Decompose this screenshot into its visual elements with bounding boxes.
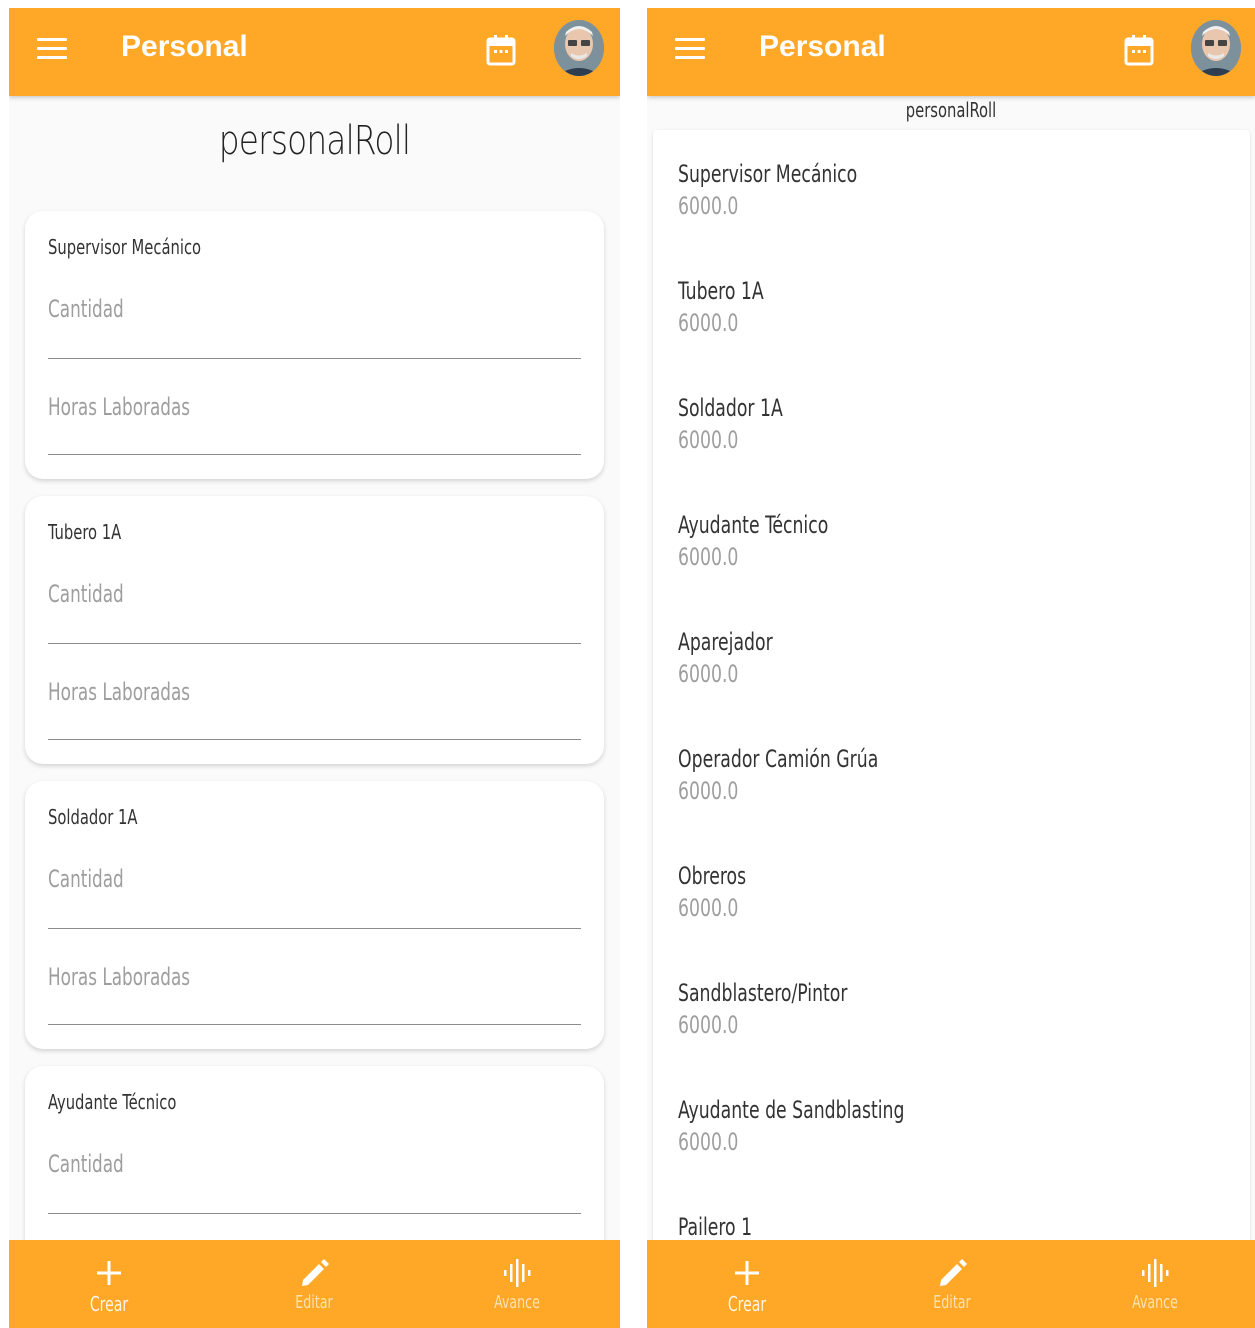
card-title: Soldador 1A: [48, 805, 138, 829]
waveform-icon: [1142, 1259, 1169, 1287]
item-title: Aparejador: [678, 628, 773, 656]
menu-icon[interactable]: [37, 38, 67, 60]
calendar-icon[interactable]: [486, 34, 516, 66]
item-value: 6000.0: [678, 777, 739, 805]
item-value: 6000.0: [678, 1011, 739, 1039]
calendar-icon[interactable]: [1124, 34, 1154, 66]
card-title: Tubero 1A: [48, 520, 122, 544]
hours-worked-input[interactable]: Horas Laboradas: [48, 963, 190, 991]
item-title: Ayudante de Sandblasting: [678, 1096, 905, 1124]
input-underline: [48, 643, 581, 644]
item-value: 6000.0: [678, 660, 739, 688]
quantity-input[interactable]: Cantidad: [48, 865, 124, 893]
quantity-input[interactable]: Cantidad: [48, 580, 124, 608]
item-title: Ayudante Técnico: [678, 511, 829, 539]
input-underline: [48, 928, 581, 929]
item-title: Tubero 1A: [678, 277, 764, 305]
item-title: Obreros: [678, 862, 747, 890]
user-avatar[interactable]: [1191, 20, 1241, 76]
plus-icon: [97, 1261, 121, 1285]
personnel-form-card: Soldador 1A Cantidad Horas Laboradas: [25, 781, 604, 1049]
quantity-input[interactable]: Cantidad: [48, 1150, 124, 1178]
nav-label: Crear: [89, 1292, 129, 1316]
menu-icon[interactable]: [675, 38, 705, 60]
list-item[interactable]: Tubero 1A 6000.0: [678, 277, 785, 337]
list-item[interactable]: Supervisor Mecánico 6000.0: [678, 160, 902, 220]
item-title: Sandblastero/Pintor: [678, 979, 848, 1007]
plus-icon: [735, 1261, 759, 1285]
item-title: Soldador 1A: [678, 394, 783, 422]
nav-label: Editar: [295, 1292, 333, 1313]
bottom-navigation: Crear Editar Avance: [9, 1240, 620, 1328]
app-bar: Personal: [647, 8, 1255, 96]
input-underline: [48, 454, 581, 455]
nav-label: Avance: [494, 1292, 540, 1313]
input-underline: [48, 358, 581, 359]
page-title: personalRoll: [905, 98, 997, 122]
item-value: 6000.0: [678, 192, 739, 220]
input-underline: [48, 1024, 581, 1025]
app-title: Personal: [759, 30, 886, 63]
input-underline: [48, 739, 581, 740]
nav-label: Crear: [727, 1292, 767, 1316]
item-title: Supervisor Mecánico: [678, 160, 858, 188]
personnel-list: Supervisor Mecánico 6000.0 Tubero 1A 600…: [653, 130, 1250, 1328]
card-title: Ayudante Técnico: [48, 1090, 177, 1114]
screen-create: Personal personalRoll Supervisor Mecánic…: [9, 8, 620, 1328]
item-value: 6000.0: [678, 1128, 739, 1156]
item-value: 6000.0: [678, 543, 739, 571]
pencil-icon: [302, 1259, 329, 1286]
quantity-input[interactable]: Cantidad: [48, 295, 124, 323]
app-bar: Personal: [9, 8, 620, 96]
input-underline: [48, 1213, 581, 1214]
card-title: Supervisor Mecánico: [48, 235, 202, 259]
list-item[interactable]: Ayudante de Sandblasting 6000.0: [678, 1096, 961, 1156]
app-title: Personal: [121, 30, 248, 63]
hours-worked-input[interactable]: Horas Laboradas: [48, 678, 190, 706]
item-title: Operador Camión Grúa: [678, 745, 879, 773]
item-value: 6000.0: [678, 894, 739, 922]
item-value: 6000.0: [678, 309, 739, 337]
user-avatar[interactable]: [554, 20, 604, 76]
hours-worked-input[interactable]: Horas Laboradas: [48, 393, 190, 421]
bottom-navigation: Crear Editar Avance: [647, 1240, 1255, 1328]
list-item[interactable]: Ayudante Técnico 6000.0: [678, 511, 866, 571]
list-item[interactable]: Soldador 1A 6000.0: [678, 394, 809, 454]
list-item[interactable]: Obreros 6000.0: [678, 862, 763, 922]
nav-label: Avance: [1132, 1292, 1178, 1313]
item-value: 6000.0: [678, 426, 739, 454]
personnel-form-card: Supervisor Mecánico Cantidad Horas Labor…: [25, 211, 604, 479]
nav-label: Editar: [933, 1292, 971, 1313]
personnel-form-card: Tubero 1A Cantidad Horas Laboradas: [25, 496, 604, 764]
list-item[interactable]: Aparejador 6000.0: [678, 628, 796, 688]
screen-list: Personal personalRoll Supervisor Mecánic…: [647, 8, 1255, 1328]
list-item[interactable]: Sandblastero/Pintor 6000.0: [678, 979, 890, 1039]
waveform-icon: [504, 1259, 531, 1287]
page-title: personalRoll: [218, 118, 411, 164]
list-item[interactable]: Operador Camión Grúa 6000.0: [678, 745, 928, 805]
pencil-icon: [940, 1259, 967, 1286]
